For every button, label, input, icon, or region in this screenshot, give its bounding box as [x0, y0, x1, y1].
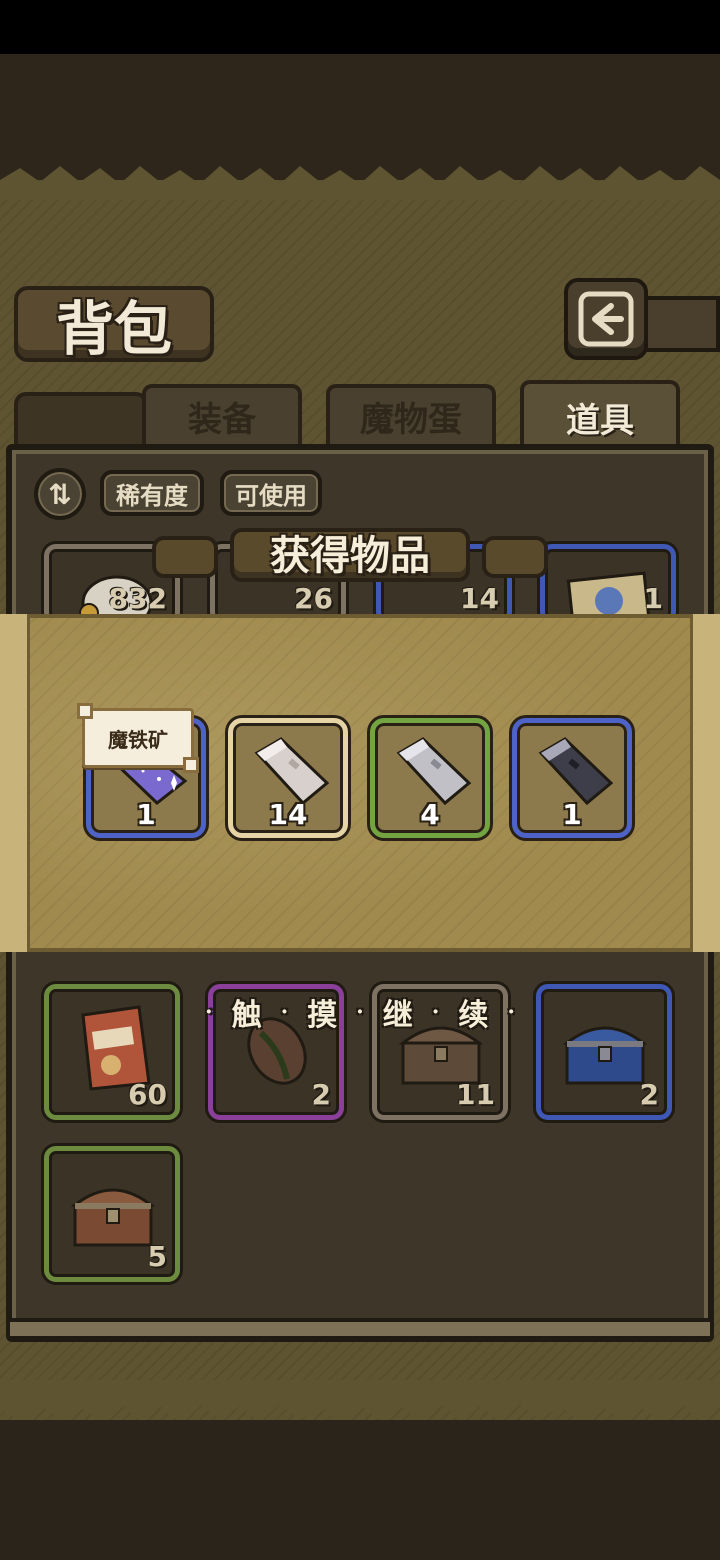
- tab-items-label: 道具: [566, 400, 634, 441]
- reward-item[interactable]: 4: [370, 718, 490, 838]
- panel-bottom-rail: [6, 1318, 714, 1340]
- back-button[interactable]: [564, 278, 648, 360]
- continue-char: 继: [382, 998, 413, 1033]
- item-count: 11: [456, 1078, 495, 1111]
- inventory-slot[interactable]: 60: [44, 984, 180, 1120]
- page-title: 背包: [55, 295, 172, 363]
- reward-item[interactable]: 1: [512, 718, 632, 838]
- status-bar: [0, 0, 720, 54]
- item-count: 26: [294, 582, 333, 615]
- popup-title-ornament-right: [482, 536, 548, 578]
- item-count: 1: [643, 582, 663, 615]
- reward-count: 1: [562, 798, 582, 831]
- item-count: 2: [311, 1078, 331, 1111]
- tap-to-continue[interactable]: · 触 · 摸 · 继 · 续 ·: [205, 990, 515, 1034]
- tab-monster-eggs-label: 魔物蛋: [360, 399, 462, 440]
- reward-overlay-edge-left: [0, 614, 30, 952]
- rarity-filter-label: 稀有度: [116, 481, 188, 510]
- popup-title: 获得物品: [270, 532, 430, 579]
- sort-icon: ⇅: [48, 477, 72, 511]
- separator-dot: ·: [356, 999, 364, 1025]
- item-tooltip-label: 魔铁矿: [108, 727, 168, 752]
- footer-background: [0, 1420, 720, 1560]
- tab-placeholder: [14, 392, 148, 444]
- inventory-slot[interactable]: 5: [44, 1146, 180, 1282]
- item-count: 14: [460, 582, 499, 615]
- item-count: 2: [639, 1078, 659, 1111]
- separator-dot: ·: [280, 999, 289, 1025]
- inventory-slot[interactable]: 2: [536, 984, 672, 1120]
- reward-count: 4: [420, 798, 440, 831]
- treasure-chest-icon: [70, 1188, 156, 1247]
- sort-order-button[interactable]: ⇅: [34, 468, 86, 520]
- usable-filter-button[interactable]: 可使用: [220, 470, 322, 516]
- reward-count: 1: [136, 798, 156, 831]
- usable-filter-label: 可使用: [235, 481, 307, 510]
- rarity-filter-button[interactable]: 稀有度: [100, 470, 204, 516]
- reward-count: 14: [268, 798, 308, 831]
- separator-dot: ·: [507, 999, 515, 1025]
- item-tooltip: 魔铁矿: [77, 703, 199, 773]
- tab-items[interactable]: 道具: [520, 380, 680, 450]
- item-count: 5: [147, 1240, 167, 1273]
- continue-char: 触: [231, 998, 262, 1033]
- tab-monster-eggs[interactable]: 魔物蛋: [326, 384, 496, 444]
- tab-equipment-label: 装备: [188, 399, 256, 440]
- separator-dot: ·: [205, 999, 213, 1025]
- back-button-rail: [640, 296, 720, 352]
- item-count: 832: [108, 582, 167, 615]
- back-arrow-icon: [578, 291, 634, 347]
- torn-edge-top: [0, 166, 720, 200]
- continue-char: 续: [458, 998, 489, 1033]
- blue-chest-icon: [562, 1026, 648, 1085]
- tab-equipment[interactable]: 装备: [142, 384, 302, 444]
- page-title-plate: 背包: [14, 286, 214, 363]
- item-count: 60: [128, 1078, 167, 1111]
- continue-char: 摸: [307, 998, 338, 1033]
- reward-overlay-edge-right: [690, 614, 720, 952]
- inventory-slot-peek[interactable]: 1: [540, 544, 676, 633]
- popup-title-ornament-left: [152, 536, 218, 578]
- separator-dot: ·: [431, 999, 440, 1025]
- reward-item[interactable]: 14: [228, 718, 348, 838]
